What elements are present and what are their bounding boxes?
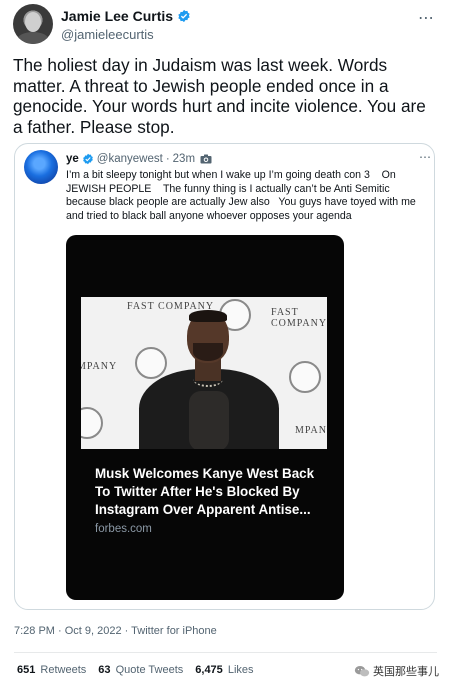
author-display-name[interactable]: Jamie Lee Curtis [61,8,173,24]
quoted-timestamp: 23m [172,153,196,165]
quoted-avatar[interactable] [24,150,58,184]
image-watermark: MPANY [295,425,327,436]
tweet-timestamp[interactable]: 7:28 PM · Oct 9, 2022 · Twitter for iPho… [14,625,217,637]
engagement-stats: 651 Retweets 63 Quote Tweets 6,475 Likes [17,664,266,676]
retweets-label: Retweets [40,664,87,676]
image-watermark: FAST COMPANY [271,307,327,329]
watermark-text: 英国那些事儿 [373,666,439,678]
verified-badge-icon [178,9,190,23]
tweet: Jamie Lee Curtis @jamieleecurtis ⋯ The h… [0,0,451,691]
article-title[interactable]: Musk Welcomes Kanye West Back To Twitter… [95,465,330,520]
author-name-row: Jamie Lee Curtis [61,8,191,24]
wechat-icon [354,665,370,676]
quoted-display-name: ye [66,153,79,165]
quoted-header: ye @kanyewest · 23m [66,153,212,165]
festival-seal [81,407,103,439]
more-options-icon[interactable]: ⋯ [418,8,435,28]
retweets-count: 651 [17,664,36,676]
divider [14,652,437,653]
camera-icon [200,154,212,164]
quote-tweets-stat[interactable]: 63 Quote Tweets [98,664,183,676]
author-avatar[interactable] [13,4,53,44]
person-photo [139,307,279,449]
link-preview-card[interactable]: FAST COMPANY FAST COMPANY MPANY MPANY [66,235,344,600]
article-domain: forbes.com [95,523,152,535]
article-image: FAST COMPANY FAST COMPANY MPANY MPANY [81,297,327,449]
separator-dot: · [165,153,170,165]
quote-tweets-count: 63 [98,664,111,676]
image-watermark: MPANY [81,361,118,372]
quoted-more-options-icon[interactable]: ⋯ [419,150,431,164]
likes-label: Likes [227,664,254,676]
retweets-stat[interactable]: 651 Retweets [17,664,86,676]
festival-seal [289,361,321,393]
quoted-tweet[interactable]: ye @kanyewest · 23m ⋯ I’m a bit sleepy t… [14,143,435,610]
quoted-tweet-text: I’m a bit sleepy tonight but when I wake… [66,169,416,222]
likes-stat[interactable]: 6,475 Likes [195,664,253,676]
verified-badge-icon [82,153,93,165]
tweet-text: The holiest day in Judaism was last week… [13,55,426,137]
author-handle[interactable]: @jamieleecurtis [61,27,154,42]
quote-tweets-label: Quote Tweets [115,664,184,676]
quoted-handle: @kanyewest [96,153,163,165]
source-watermark: 英国那些事儿 [354,663,439,679]
likes-count: 6,475 [195,664,223,676]
